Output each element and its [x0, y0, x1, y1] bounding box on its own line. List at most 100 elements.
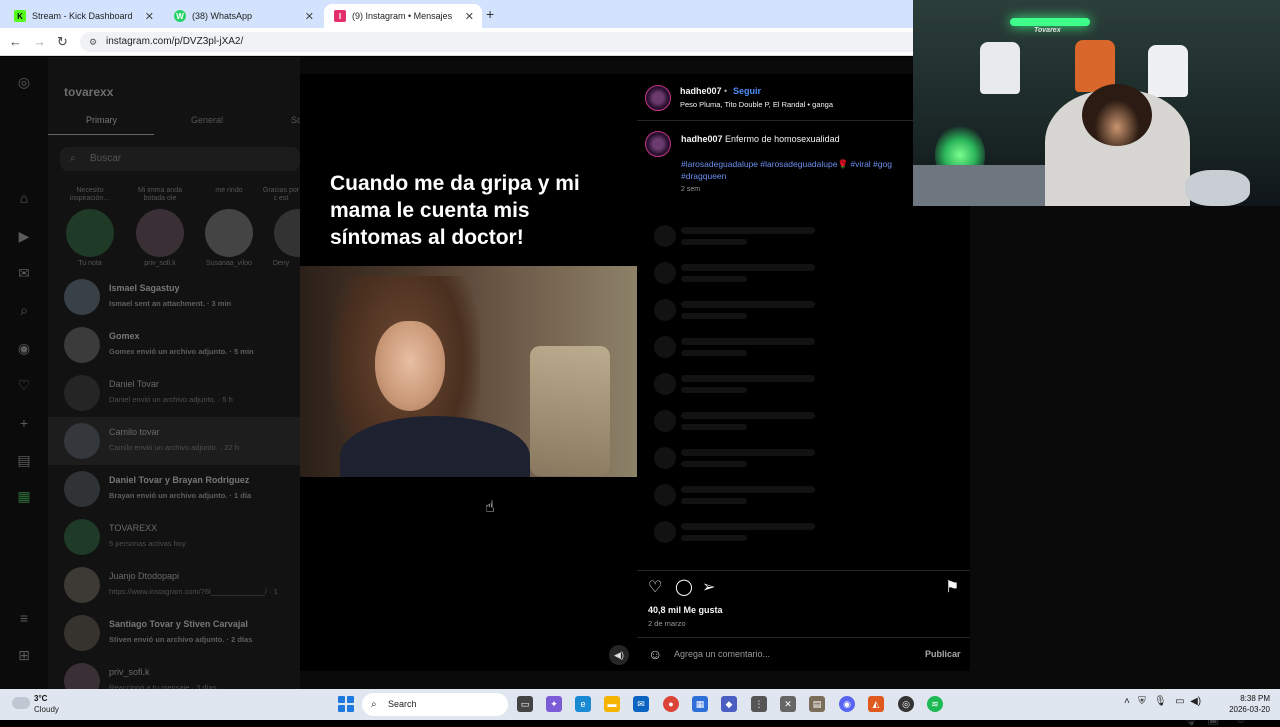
story-note[interactable]: Necesito inspiración… Tu nota: [60, 187, 120, 267]
home-icon[interactable]: ⌂: [16, 190, 32, 206]
system-clock[interactable]: 8:38 PM 2026-03-20: [1200, 693, 1270, 715]
emoji-icon[interactable]: ☺: [648, 646, 662, 662]
start-button[interactable]: [338, 696, 354, 712]
chat-row[interactable]: Gomex Gomex envió un archivo adjunto. · …: [48, 321, 300, 369]
divider: [637, 570, 970, 571]
folder-icon[interactable]: ▤: [809, 696, 825, 712]
chat-row[interactable]: Daniel Tovar y Brayan Rodriguez Brayan e…: [48, 465, 300, 513]
tab-kick-dashboard[interactable]: K Stream - Kick Dashboard ✕: [4, 4, 162, 28]
tab-whatsapp[interactable]: W (38) WhatsApp ✕: [164, 4, 322, 28]
skeleton-line: [681, 264, 815, 271]
account-username[interactable]: tovarexx: [64, 85, 113, 99]
story-item[interactable]: Mi imma anda botada ole priv_sofi.k: [130, 187, 190, 267]
chrome-icon[interactable]: ●: [663, 696, 679, 712]
edge-icon[interactable]: e: [575, 696, 591, 712]
avatar: [64, 471, 100, 507]
close-icon[interactable]: ✕: [305, 10, 314, 23]
spotify-icon[interactable]: ≋: [927, 696, 943, 712]
microphone-icon[interactable]: 🎙: [1154, 696, 1167, 707]
more-icon[interactable]: ⊞: [16, 647, 32, 663]
vs-code-icon[interactable]: ◆: [721, 696, 737, 712]
chat-row-selected[interactable]: Camilo tovar Camilo envió un archivo adj…: [48, 417, 300, 465]
skeleton-line: [681, 276, 747, 282]
new-tab-button[interactable]: +: [486, 6, 494, 22]
story-item[interactable]: Gracias por c est Deny: [262, 187, 300, 267]
reload-icon[interactable]: ↻: [57, 34, 68, 50]
tab-primary[interactable]: Primary: [86, 115, 117, 125]
menu-icon[interactable]: ≡: [16, 610, 32, 626]
likes-count[interactable]: 40,8 mil Me gusta: [648, 605, 723, 615]
apps-icon[interactable]: ⋮: [751, 696, 767, 712]
skeleton-line: [681, 535, 747, 541]
chat-row[interactable]: Santiago Tovar y Stiven Carvajal Stiven …: [48, 609, 300, 657]
bookmark-icon[interactable]: ⚑: [945, 577, 959, 597]
skeleton-line: [681, 424, 747, 430]
heart-icon[interactable]: ♡: [16, 377, 32, 393]
weather-condition[interactable]: Cloudy: [34, 705, 59, 714]
task-view-icon[interactable]: ▭: [517, 696, 533, 712]
comment-author-avatar[interactable]: [645, 131, 671, 157]
chat-preview: Stiven envió un archivo adjunto. · 2 día…: [109, 635, 253, 644]
chat-row[interactable]: Daniel Tovar Daniel envió un archivo adj…: [48, 369, 300, 417]
comment-input[interactable]: Agrega un comentario...: [674, 649, 770, 659]
weather-temp[interactable]: 3°C: [34, 694, 47, 703]
search-icon[interactable]: ⌕: [16, 302, 32, 318]
skeleton-line: [681, 239, 747, 245]
create-icon[interactable]: +: [16, 415, 32, 431]
obs-icon[interactable]: ◎: [898, 696, 914, 712]
file-explorer-icon[interactable]: ▬: [604, 696, 620, 712]
caption-text: Enfermo de homosexualidad: [725, 134, 840, 144]
chat-preview: 5 personas activas hoy: [109, 539, 186, 548]
back-icon[interactable]: ←: [9, 34, 22, 49]
close-icon[interactable]: ✕: [145, 10, 154, 23]
webcam-logo-text: Tovarex: [1034, 27, 1061, 34]
music-label[interactable]: Peso Pluma, Tito Double P, El Randal • g…: [680, 100, 833, 109]
search-input[interactable]: ⌕ Buscar: [60, 147, 300, 171]
avatar: [274, 209, 300, 257]
author-avatar[interactable]: [645, 85, 671, 111]
taskbar-search[interactable]: ⌕ Search: [362, 693, 508, 716]
caption-author[interactable]: hadhe007: [681, 134, 723, 144]
story-item[interactable]: me rindo Susanaa_viloo: [199, 187, 259, 267]
forward-icon[interactable]: →: [33, 34, 46, 49]
store-icon[interactable]: ▦: [692, 696, 708, 712]
avatar: [64, 567, 100, 603]
follow-button[interactable]: Seguir: [733, 86, 761, 96]
vpn-icon[interactable]: ⛨: [1138, 696, 1146, 707]
discord-icon[interactable]: ◉: [839, 696, 855, 712]
streaming-app-icon[interactable]: ◭: [868, 696, 884, 712]
share-icon[interactable]: ➢: [702, 577, 715, 597]
explore-icon[interactable]: ◉: [16, 340, 32, 356]
tab-instagram[interactable]: I (9) Instagram • Mensajes ✕: [324, 4, 482, 28]
chat-row[interactable]: Juanjo Dtodopapi https://www.instagram.c…: [48, 561, 300, 609]
messages-icon[interactable]: ✉: [16, 265, 32, 281]
heart-icon[interactable]: ♡: [648, 577, 662, 597]
hand-cursor-icon: ☝: [485, 499, 495, 516]
display-icon[interactable]: ▭: [1175, 696, 1184, 707]
dashboard-icon[interactable]: ▤: [16, 452, 32, 468]
video-frame[interactable]: [300, 266, 637, 477]
volume-icon[interactable]: ◀): [609, 645, 629, 665]
chat-preview: Gomex envió un archivo adjunto. · 5 min: [109, 347, 254, 356]
mail-icon[interactable]: ✉: [633, 696, 649, 712]
profile-icon[interactable]: ▦: [16, 488, 32, 504]
reels-icon[interactable]: ▶: [16, 228, 32, 244]
tab-label: (9) Instagram • Mensajes: [352, 11, 453, 21]
caption-hashtags[interactable]: #larosadeguadalupe #larosadeguadalupe🌹 #…: [681, 158, 921, 182]
instagram-icon[interactable]: ◎: [16, 74, 32, 90]
tools-icon[interactable]: ✕: [780, 696, 796, 712]
chat-row[interactable]: TOVAREXX 5 personas activas hoy: [48, 513, 300, 561]
close-icon[interactable]: ✕: [465, 10, 474, 23]
copilot-icon[interactable]: ✦: [546, 696, 562, 712]
comment-icon[interactable]: ◯: [675, 577, 693, 597]
url-input[interactable]: ⚙ instagram.com/p/DVZ3pl-jXA2/: [80, 32, 920, 52]
system-tray[interactable]: ˄ ⛨ 🎙 ▭ ◀): [1124, 696, 1201, 707]
skeleton-line: [681, 227, 815, 234]
chat-row[interactable]: Ismael Sagastuy Ismael sent an attachmen…: [48, 273, 300, 321]
publish-button[interactable]: Publicar: [925, 649, 961, 659]
chevron-up-icon[interactable]: ˄: [1124, 696, 1130, 707]
avatar: [64, 615, 100, 651]
site-info-icon[interactable]: ⚙: [89, 32, 97, 52]
tab-general[interactable]: General: [191, 115, 223, 125]
author-username[interactable]: hadhe007: [680, 86, 722, 96]
